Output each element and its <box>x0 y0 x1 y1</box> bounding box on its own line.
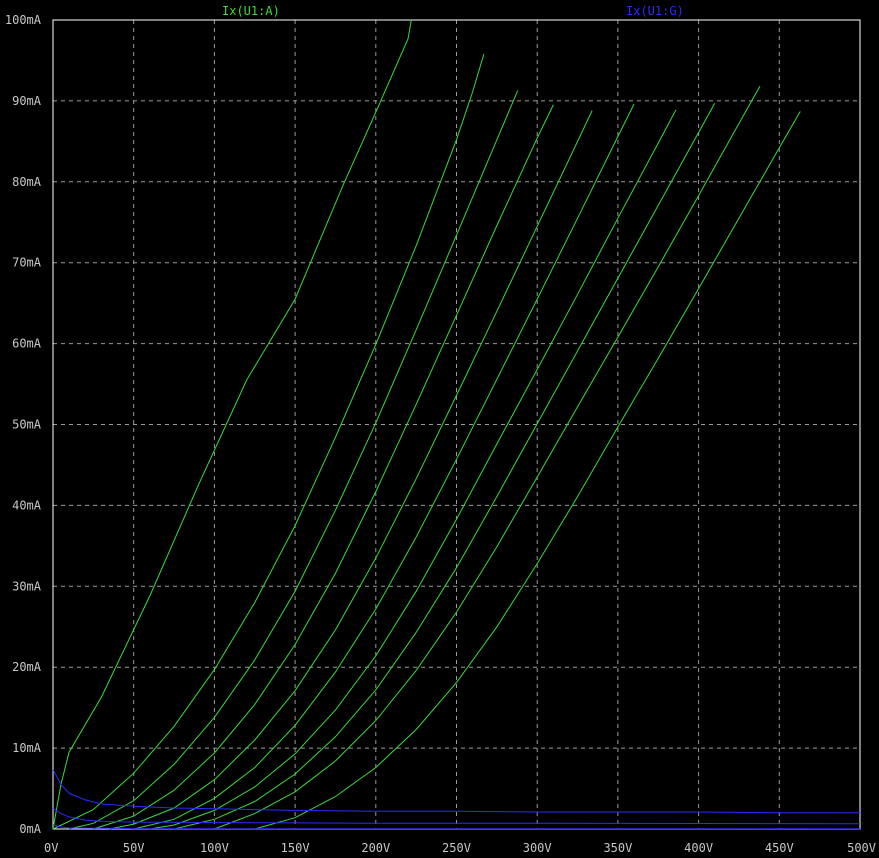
x-tick-label: 150V <box>281 841 310 855</box>
y-tick-label: 70mA <box>12 256 42 270</box>
y-tick-label: 0mA <box>19 822 41 836</box>
y-tick-label: 20mA <box>12 660 42 674</box>
y-tick-label: 50mA <box>12 418 42 432</box>
y-tick-label: 100mA <box>5 13 42 27</box>
legend-anode-current: Ix(U1:A) <box>222 4 280 18</box>
x-tick-label: 350V <box>603 841 632 855</box>
x-tick-label: 500V <box>847 841 876 855</box>
x-tick-label: 300V <box>523 841 552 855</box>
grid-lines <box>53 20 860 829</box>
y-axis-ticks: 0mA 10mA 20mA 30mA 40mA 50mA 60mA 70mA 80mA 90mA 1… <box>5 13 42 836</box>
y-tick-label: 60mA <box>12 337 42 351</box>
y-tick-label: 40mA <box>12 498 42 512</box>
anode-current-curve <box>149 109 677 830</box>
anode-current-curve <box>133 103 635 830</box>
x-tick-label: 450V <box>765 841 794 855</box>
y-tick-label: 90mA <box>12 94 42 108</box>
y-tick-label: 10mA <box>12 741 42 755</box>
x-tick-label: 50V <box>123 841 145 855</box>
x-tick-label: 200V <box>361 841 390 855</box>
plot-area: 0V 50V 100V 150V 200V 250V 300V 350V 400V 450V 500… <box>5 4 876 855</box>
anode-current-curve <box>214 86 761 830</box>
anode-current-curve <box>173 103 716 830</box>
y-tick-label: 80mA <box>12 175 42 189</box>
anode-current-curve <box>52 53 485 830</box>
anode-current-curve <box>254 111 801 830</box>
y-tick-label: 30mA <box>12 579 42 593</box>
anode-current-curve <box>109 110 593 830</box>
x-tick-label: 100V <box>200 841 229 855</box>
legend-grid-current: Ix(U1:G) <box>626 4 684 18</box>
x-tick-label: 400V <box>684 841 713 855</box>
x-tick-label: 250V <box>442 841 471 855</box>
x-axis-ticks: 0V 50V 100V 150V 200V 250V 300V 350V 400V 450V 500… <box>44 841 876 855</box>
x-tick-label: 0V <box>44 841 58 855</box>
anode-current-curve <box>68 90 519 830</box>
